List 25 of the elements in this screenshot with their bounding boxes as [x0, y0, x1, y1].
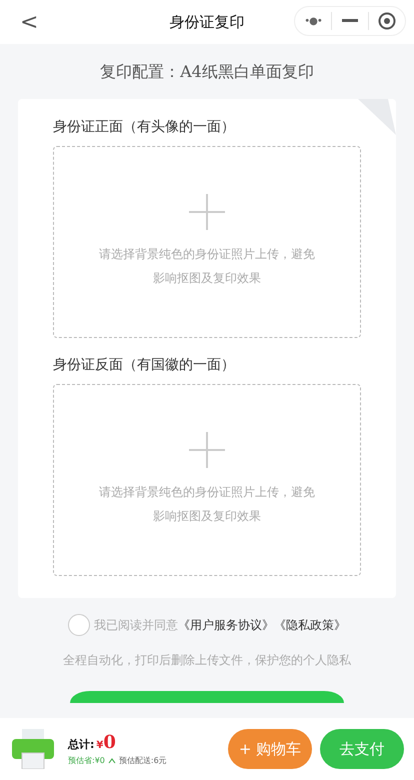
- total-label: 总计:: [68, 737, 94, 752]
- plus-icon: [189, 432, 225, 468]
- upload-title: 身份证正面（有头像的一面）: [53, 118, 235, 136]
- upload-hint: 请选择背景纯色的身份证照片上传，避免影响抠图及复印效果: [98, 484, 316, 525]
- config-text: 复印配置：A4纸黑白单面复印: [100, 62, 314, 83]
- close-icon[interactable]: [378, 12, 396, 30]
- agreement-text: 我已阅读并同意: [94, 616, 178, 634]
- currency-symbol: ¥: [96, 740, 104, 751]
- page-title: 身份证复印: [170, 12, 244, 32]
- submit-button[interactable]: [70, 691, 344, 703]
- privacy-note: 全程自动化，打印后删除上传文件，保护您的个人隐私: [63, 652, 351, 669]
- delivery-fee: 预估配送:6元: [118, 755, 167, 766]
- minimize-icon[interactable]: [342, 19, 358, 23]
- savings-text: 预估省:¥0: [68, 755, 105, 766]
- agree-checkbox[interactable]: [68, 614, 90, 636]
- printer-icon: [12, 729, 56, 769]
- caret-up-icon[interactable]: [108, 758, 116, 764]
- agreement-link[interactable]: 《隐私政策》: [274, 616, 346, 634]
- agreement-link[interactable]: 《用户服务协议》: [178, 616, 274, 634]
- upload-hint: 请选择背景纯色的身份证照片上传，避免影响抠图及复印效果: [98, 246, 316, 287]
- more-button[interactable]: •●•: [295, 16, 331, 26]
- back-button[interactable]: <: [20, 10, 40, 34]
- plus-icon: [189, 194, 225, 230]
- upload-title: 身份证反面（有国徽的一面）: [53, 356, 235, 374]
- total-amount: 0: [103, 732, 116, 753]
